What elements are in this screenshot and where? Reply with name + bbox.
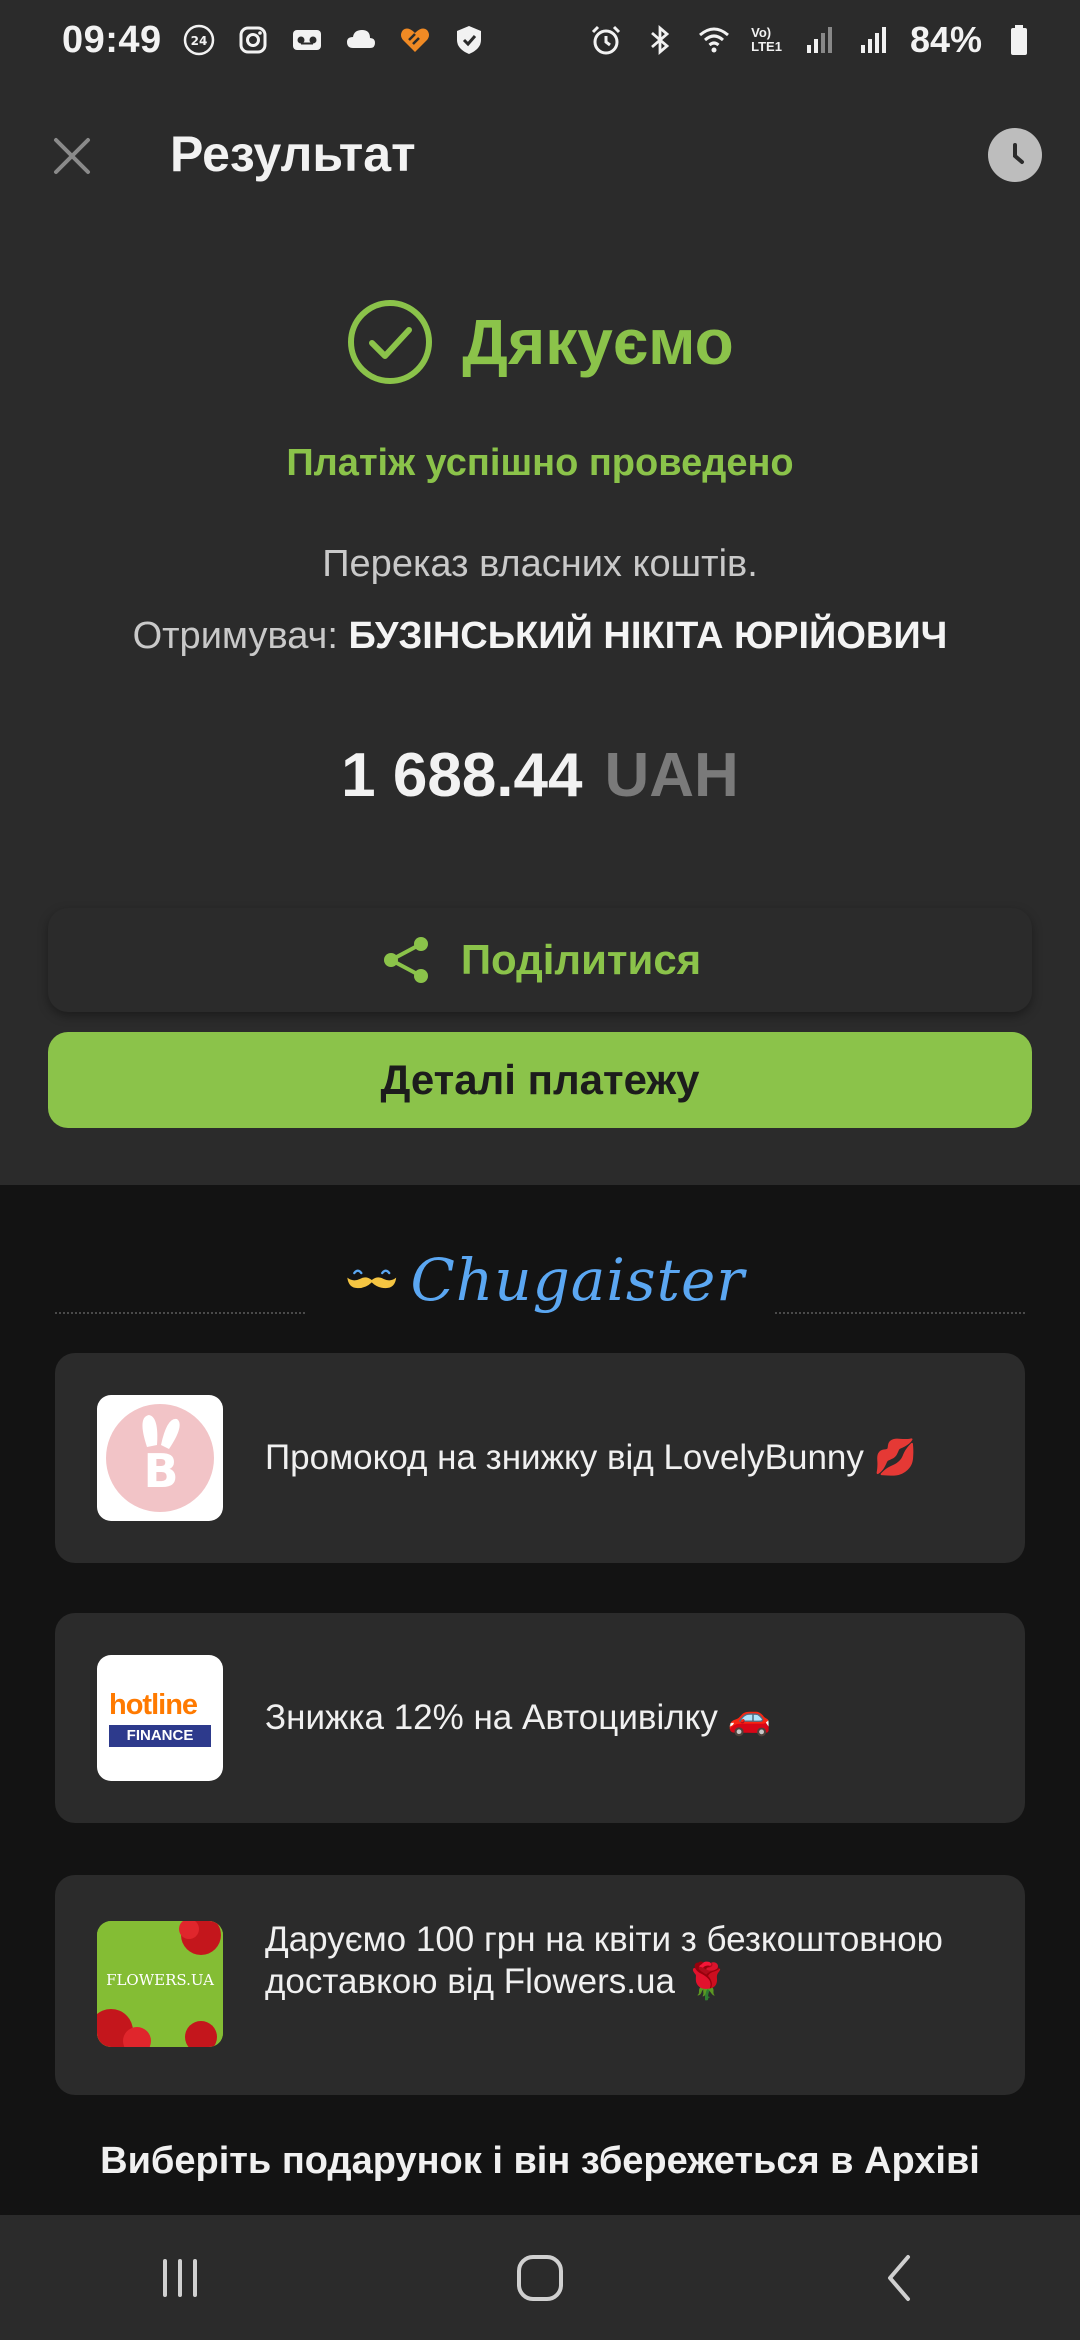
signal-icon-1 bbox=[802, 23, 836, 57]
lte-label: LTE1 bbox=[751, 39, 782, 54]
offer-card-flowers[interactable]: FLOWERS.UA Даруємо 100 грн на квіти з бе… bbox=[55, 1875, 1025, 2095]
share-button[interactable]: Поділитися bbox=[48, 908, 1032, 1012]
offer-text: Промокод на знижку від LovelyBunny 💋 bbox=[265, 1438, 918, 1477]
close-button[interactable] bbox=[46, 130, 98, 182]
chugaister-header: Chugaister bbox=[0, 1227, 1080, 1327]
hotline-finance-logo: hotline FINANCE bbox=[97, 1655, 223, 1781]
page-title: Результат bbox=[170, 126, 416, 182]
heart-app-icon bbox=[398, 23, 432, 57]
clock-icon bbox=[1013, 143, 1024, 164]
svg-text:B: B bbox=[143, 1444, 178, 1498]
share-label: Поділитися bbox=[460, 936, 702, 983]
status-left: 09:49 24 bbox=[62, 19, 486, 62]
wifi-icon bbox=[697, 23, 731, 57]
svg-text:24: 24 bbox=[190, 34, 207, 48]
chugaister-logo: Chugaister bbox=[345, 1235, 745, 1325]
status-right: Vo) LTE1 84% bbox=[589, 19, 1036, 61]
offer-text: Знижка 12% на Автоцивілку 🚗 bbox=[265, 1698, 772, 1737]
flowers-ua-logo: FLOWERS.UA bbox=[97, 1921, 223, 2047]
amount-currency: UAH bbox=[604, 741, 739, 810]
battery-icon bbox=[1002, 23, 1036, 57]
back-button[interactable] bbox=[845, 2223, 955, 2333]
hotline-text: hotline bbox=[109, 1689, 198, 1721]
offer-card-lovelybunny[interactable]: B Промокод на знижку від LovelyBunny 💋 bbox=[55, 1353, 1025, 1563]
divider-left bbox=[55, 1312, 305, 1314]
back-icon bbox=[888, 2254, 910, 2301]
thanks-row: Дякуємо bbox=[0, 298, 1080, 386]
transfer-description: Переказ власних коштів. bbox=[322, 543, 758, 585]
instagram-icon bbox=[236, 23, 270, 57]
offer-text: Даруємо 100 грн на квіти з безкоштовною … bbox=[265, 1920, 943, 2001]
battery-percent: 84% bbox=[909, 19, 982, 60]
close-icon bbox=[54, 138, 90, 174]
recipient-label: Отримувач: bbox=[132, 615, 338, 657]
success-check-icon bbox=[348, 300, 433, 384]
recipient-name: БУЗІНСЬКИЙ НІКІТА ЮРІЙОВИЧ bbox=[348, 615, 948, 657]
channel-24-icon: 24 bbox=[182, 23, 216, 57]
offers-section: Chugaister B Промокод на знижку від Love… bbox=[0, 1185, 1080, 2215]
system-nav-bar bbox=[0, 2215, 1080, 2340]
voicemail-icon bbox=[290, 23, 324, 57]
history-button[interactable] bbox=[988, 128, 1042, 182]
cloud-icon bbox=[344, 23, 378, 57]
mustache-icon bbox=[347, 1269, 397, 1289]
volte-top-label: Vo) bbox=[751, 25, 772, 40]
home-icon bbox=[517, 2254, 563, 2301]
recent-apps-button[interactable] bbox=[125, 2223, 235, 2333]
offer-card-hotline[interactable]: hotline FINANCE Знижка 12% на Автоцивілк… bbox=[55, 1613, 1025, 1823]
shield-icon bbox=[452, 23, 486, 57]
status-time: 09:49 bbox=[62, 18, 162, 61]
app-bar: Результат bbox=[0, 80, 1080, 230]
payment-details-label: Деталі платежу bbox=[380, 1056, 700, 1103]
recent-apps-icon bbox=[163, 2258, 197, 2297]
payment-status: Платіж успішно проведено bbox=[286, 442, 794, 484]
status-bar: 09:49 24 Vo) LTE1 84% bbox=[0, 0, 1080, 80]
lovelybunny-logo: B bbox=[97, 1395, 223, 1521]
signal-icon-2 bbox=[856, 23, 890, 57]
amount: 1 688.44 UAH bbox=[0, 740, 1080, 811]
volte-indicator: Vo) LTE1 bbox=[751, 26, 782, 54]
chugaister-brand: Chugaister bbox=[410, 1246, 745, 1314]
alarm-icon bbox=[589, 23, 623, 57]
hotline-wordmark: hotline bbox=[109, 1689, 198, 1722]
finance-text: FINANCE bbox=[109, 1725, 211, 1747]
payment-details-button[interactable]: Деталі платежу bbox=[48, 1032, 1032, 1128]
bluetooth-icon bbox=[643, 23, 677, 57]
share-icon bbox=[383, 937, 428, 983]
home-button[interactable] bbox=[485, 2223, 595, 2333]
payment-result: Дякуємо Платіж успішно проведено Переказ… bbox=[0, 230, 1080, 1185]
flowers-ua-label: FLOWERS.UA bbox=[106, 1971, 214, 1989]
amount-value: 1 688.44 bbox=[341, 741, 583, 810]
thanks-title: Дякуємо bbox=[462, 306, 734, 378]
divider-right bbox=[775, 1312, 1025, 1314]
recipient: Отримувач: БУЗІНСЬКИЙ НІКІТА ЮРІЙОВИЧ bbox=[0, 615, 1080, 658]
gift-hint: Виберіть подарунок і він збережеться в А… bbox=[100, 2140, 980, 2182]
